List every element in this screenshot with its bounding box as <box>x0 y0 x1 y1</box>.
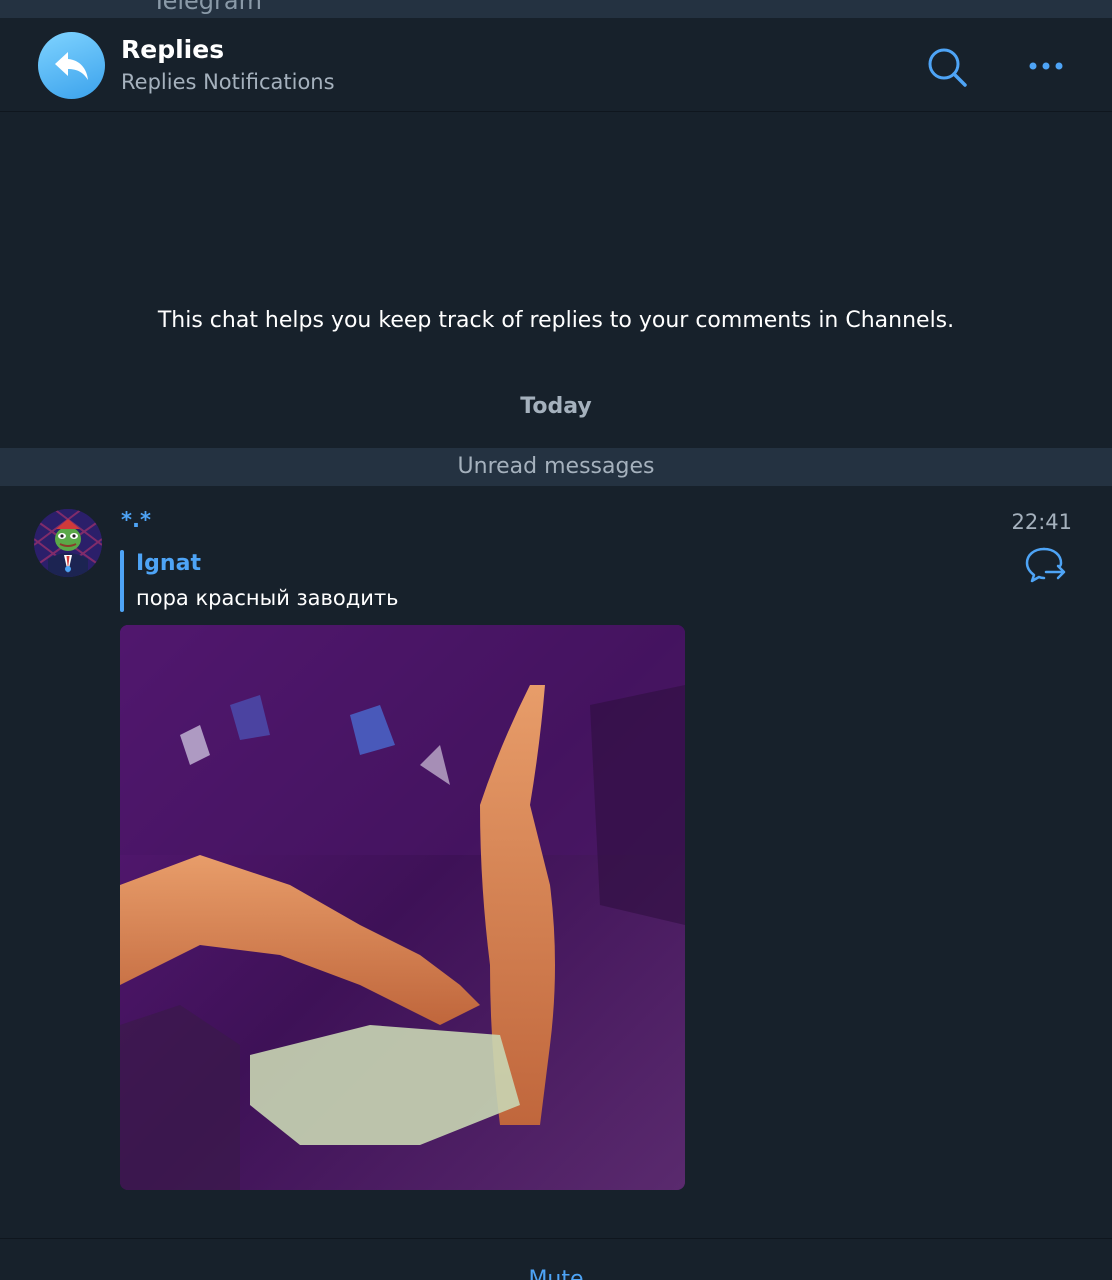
video-thumbnail <box>120 625 685 1190</box>
search-button[interactable] <box>924 46 970 88</box>
sender-avatar-image <box>34 509 102 577</box>
unread-separator: Unread messages <box>0 448 1112 486</box>
more-dots-icon <box>1029 62 1063 70</box>
reply-text[interactable]: пора красный заводить <box>136 586 399 610</box>
chat-header: Replies Replies Notifications <box>0 18 1112 112</box>
message-time: 22:41 <box>1011 510 1072 534</box>
chat-info-text: This chat helps you keep track of replie… <box>157 308 955 333</box>
replies-avatar[interactable] <box>38 32 105 99</box>
reply-forward-icon <box>1025 547 1066 583</box>
app-name: Telegram <box>152 0 262 15</box>
reply-quote-bar <box>120 550 124 612</box>
reply-author[interactable]: Ignat <box>136 551 201 576</box>
reply-button[interactable] <box>1024 546 1068 584</box>
date-separator: Today <box>520 394 592 419</box>
more-button[interactable] <box>1024 54 1068 78</box>
bottom-bar: Mute <box>0 1239 1112 1280</box>
message-video[interactable] <box>120 625 685 1190</box>
chat-subtitle: Replies Notifications <box>121 70 335 94</box>
sender-avatar[interactable] <box>34 509 102 577</box>
mute-button[interactable]: Mute <box>0 1267 1112 1280</box>
reply-arrow-icon <box>55 52 88 80</box>
window-title-strip: Telegram <box>0 0 1112 18</box>
chat-title[interactable]: Replies <box>121 35 224 64</box>
search-icon <box>928 48 967 87</box>
message-sender[interactable]: *.* <box>121 508 151 532</box>
